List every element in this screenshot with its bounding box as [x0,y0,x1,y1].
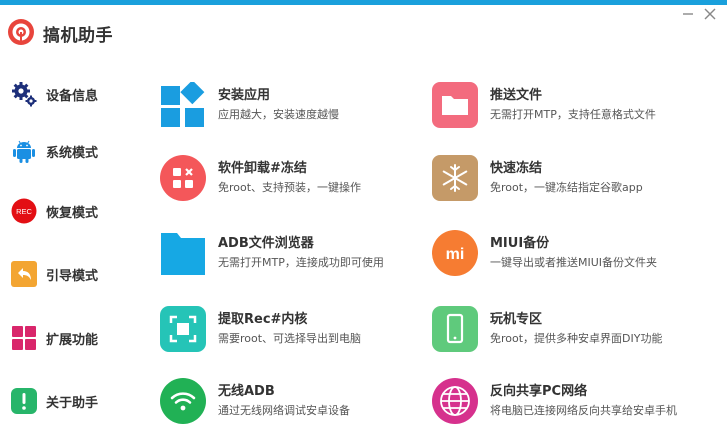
feature-push-file[interactable]: 推送文件 无需打开MTP，支持任意格式文件 [432,78,702,134]
sidebar-item-label: 关于助手 [46,396,99,411]
feature-play-zone[interactable]: 玩机专区 免root，提供多种安卓界面DIY功能 [432,302,702,358]
feature-desc: 通过无线网络调试安卓设备 [218,404,350,417]
feature-miui-backup[interactable]: mi MIUI备份 一键导出或者推送MIUI备份文件夹 [432,226,702,282]
feature-title: ADB文件浏览器 [218,236,314,251]
feature-extract-rec-kernel[interactable]: 提取Rec#内核 需要root、可选择导出到电脑 [160,302,430,358]
feature-title: 快速冻结 [490,161,543,176]
globe-icon [432,378,478,424]
sidebar-item-extensions[interactable]: 扩展功能 [8,320,128,356]
feature-desc: 免root，一键冻结指定谷歌app [490,181,643,194]
feature-desc: 应用越大，安装速度越慢 [218,108,339,121]
svg-text:mi: mi [446,246,465,263]
close-icon[interactable] [704,8,716,20]
uninstall-icon [160,155,206,201]
android-icon [13,140,35,163]
folder-icon [432,82,478,128]
grid-icon [12,326,36,350]
feature-desc: 一键导出或者推送MIUI备份文件夹 [490,256,658,269]
feature-title: 提取Rec#内核 [218,312,308,327]
app-logo-icon [8,19,34,45]
feature-title: MIUI备份 [490,236,550,251]
feature-desc: 无需打开MTP，连接成功即可使用 [218,256,384,269]
snowflake-icon [432,155,478,201]
minimize-icon[interactable] [682,8,694,20]
sidebar-item-system-mode[interactable]: 系统模式 [8,133,128,169]
feature-title: 无线ADB [218,384,275,399]
sidebar-item-label: 系统模式 [46,146,99,161]
scan-icon [160,306,206,352]
feature-title: 软件卸载#冻结 [218,161,307,176]
sidebar-item-label: 扩展功能 [46,333,99,348]
feature-quick-freeze[interactable]: 快速冻结 免root，一键冻结指定谷歌app [432,151,702,207]
mi-icon: mi [432,230,478,276]
feature-desc: 免root、支持预装，一键操作 [218,181,362,194]
sidebar-item-boot-mode[interactable]: 引导模式 [8,256,128,292]
top-accent-bar [0,0,727,5]
info-icon [11,388,37,414]
feature-desc: 无需打开MTP，支持任意格式文件 [490,108,656,121]
feature-wireless-adb[interactable]: 无线ADB 通过无线网络调试安卓设备 [160,374,430,430]
feature-install-app[interactable]: 安装应用 应用越大，安装速度越慢 [160,78,430,134]
feature-desc: 将电脑已连接网络反向共享给安卓手机 [490,404,677,417]
feature-adb-file-browser[interactable]: ADB文件浏览器 无需打开MTP，连接成功即可使用 [160,226,430,282]
feature-title: 推送文件 [490,88,543,103]
app-title: 搞机助手 [43,26,113,46]
sidebar-item-about[interactable]: 关于助手 [8,383,128,419]
sidebar-item-label: 恢复模式 [46,206,99,221]
feature-title: 玩机专区 [490,312,543,327]
svg-text:REC: REC [16,207,32,216]
folder-icon [161,233,205,275]
gears-icon [12,82,37,107]
feature-desc: 免root，提供多种安卓界面DIY功能 [490,332,663,345]
sidebar-item-label: 设备信息 [46,89,99,104]
feature-title: 反向共享PC网络 [490,384,588,399]
feature-uninstall-freeze[interactable]: 软件卸载#冻结 免root、支持预装，一键操作 [160,151,430,207]
feature-desc: 需要root、可选择导出到电脑 [218,332,362,345]
sidebar-item-recovery-mode[interactable]: REC 恢复模式 [8,193,128,229]
wifi-icon [160,378,206,424]
rec-icon: REC [11,198,37,224]
reply-arrow-icon [11,261,37,287]
sidebar-item-device-info[interactable]: 设备信息 [8,76,128,112]
sidebar-item-label: 引导模式 [46,269,99,284]
feature-title: 安装应用 [218,88,271,103]
phone-icon [432,306,478,352]
install-icon [161,82,205,127]
feature-reverse-share-network[interactable]: 反向共享PC网络 将电脑已连接网络反向共享给安卓手机 [432,374,702,430]
